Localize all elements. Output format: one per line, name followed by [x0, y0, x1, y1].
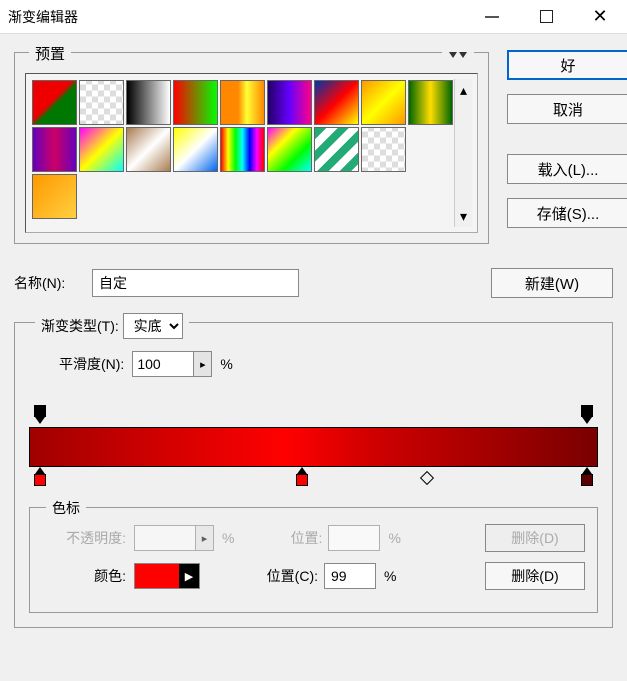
opacity-stop[interactable]: [32, 405, 48, 427]
opacity-stepper: ▸: [195, 526, 213, 550]
percent-sign: %: [222, 530, 234, 546]
color-stop-selected[interactable]: [579, 467, 595, 489]
color-swatch: [135, 564, 179, 588]
opacity-label: 不透明度:: [42, 528, 126, 548]
opacity-stops-track[interactable]: [29, 405, 598, 427]
midpoint-handle[interactable]: [420, 471, 434, 485]
opacity-input: [135, 526, 195, 550]
preset-legend: 预置: [29, 43, 71, 64]
stops-group: 色标 不透明度: ▸ % 位置: % 删除(D) 颜色: ▶: [29, 507, 598, 613]
opacity-pos-label: 位置:: [274, 528, 322, 548]
new-button[interactable]: 新建(W): [491, 268, 613, 298]
opacity-pos-input: [328, 525, 380, 551]
titlebar: 渐变编辑器 ✕: [0, 0, 627, 34]
color-delete-button[interactable]: 删除(D): [485, 562, 585, 590]
gradient-bar[interactable]: [29, 427, 598, 467]
stops-legend: 色标: [46, 498, 86, 518]
color-pos-input[interactable]: [324, 563, 376, 589]
color-label: 颜色:: [42, 566, 126, 586]
preset-swatch[interactable]: [32, 174, 77, 219]
load-button[interactable]: 载入(L)...: [507, 154, 627, 184]
preset-scrollbar[interactable]: ▴ ▾: [454, 79, 472, 227]
close-button[interactable]: ✕: [573, 0, 627, 34]
cancel-button[interactable]: 取消: [507, 94, 627, 124]
preset-swatch[interactable]: [408, 80, 453, 125]
color-stop[interactable]: [294, 467, 310, 489]
save-button[interactable]: 存储(S)...: [507, 198, 627, 228]
preset-list: ▴ ▾: [25, 73, 478, 233]
preset-swatch[interactable]: [267, 80, 312, 125]
color-pos-label: 位置(C):: [248, 566, 318, 586]
ok-button[interactable]: 好: [507, 50, 627, 80]
preset-group: 预置: [14, 52, 489, 244]
maximize-button[interactable]: [519, 0, 573, 34]
name-input[interactable]: [92, 269, 299, 297]
color-swatch-button[interactable]: ▶: [134, 563, 200, 589]
preset-swatch[interactable]: [126, 127, 171, 172]
preset-swatch[interactable]: [314, 80, 359, 125]
preset-flyout-button[interactable]: [442, 49, 474, 65]
preset-swatch[interactable]: [173, 127, 218, 172]
chevron-right-icon[interactable]: ▶: [179, 564, 199, 588]
smoothness-input[interactable]: [133, 352, 193, 376]
gradient-type-row: 渐变类型(T): 实底: [35, 313, 189, 339]
gradient-type-select[interactable]: 实底: [123, 313, 183, 339]
preset-swatch[interactable]: [220, 80, 265, 125]
percent-sign: %: [220, 356, 232, 372]
preset-swatch[interactable]: [126, 80, 171, 125]
percent-sign: %: [388, 530, 400, 546]
color-stop[interactable]: [32, 467, 48, 489]
preset-swatch[interactable]: [79, 127, 124, 172]
gradient-type-label: 渐变类型(T):: [41, 318, 119, 334]
percent-sign: %: [384, 568, 396, 584]
gradient-editor: [29, 405, 598, 489]
smoothness-input-wrap: ▸: [132, 351, 212, 377]
name-label: 名称(N):: [14, 273, 92, 293]
minimize-button[interactable]: [465, 0, 519, 34]
preset-swatch[interactable]: [314, 127, 359, 172]
preset-swatch[interactable]: [32, 127, 77, 172]
opacity-delete-button: 删除(D): [485, 524, 585, 552]
preset-swatch[interactable]: [220, 127, 265, 172]
preset-swatch[interactable]: [173, 80, 218, 125]
gradient-group: 渐变类型(T): 实底 平滑度(N): ▸ %: [14, 322, 613, 628]
opacity-stop[interactable]: [579, 405, 595, 427]
preset-swatch[interactable]: [79, 80, 124, 125]
scroll-down-button[interactable]: ▾: [455, 205, 472, 227]
color-stops-track[interactable]: [29, 467, 598, 489]
window-title: 渐变编辑器: [8, 7, 465, 27]
scroll-up-button[interactable]: ▴: [455, 79, 472, 101]
opacity-input-wrap: ▸: [134, 525, 214, 551]
preset-swatch[interactable]: [267, 127, 312, 172]
preset-swatch[interactable]: [32, 80, 77, 125]
smoothness-label: 平滑度(N):: [59, 354, 124, 374]
preset-swatch[interactable]: [361, 127, 406, 172]
smoothness-stepper[interactable]: ▸: [193, 352, 211, 376]
preset-swatch[interactable]: [361, 80, 406, 125]
